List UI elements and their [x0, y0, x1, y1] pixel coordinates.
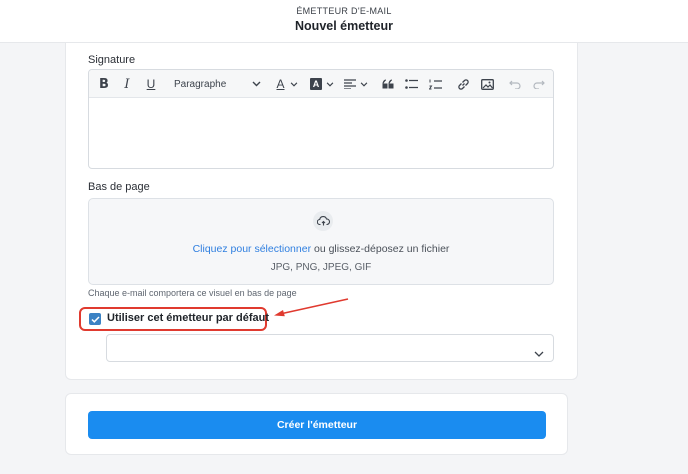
cloud-upload-icon — [313, 211, 333, 231]
sender-select[interactable] — [106, 334, 554, 362]
drop-text: ou glissez-déposez un fichier — [311, 243, 450, 255]
align-icon — [344, 79, 356, 89]
check-icon — [90, 315, 100, 323]
editor-toolbar: B I U Paragraphe A A — [89, 70, 553, 98]
signature-editor[interactable]: B I U Paragraphe A A — [88, 69, 554, 169]
select-file-link[interactable]: Cliquez pour sélectionner — [193, 243, 311, 255]
undo-button[interactable] — [507, 70, 523, 98]
image-icon — [480, 78, 494, 90]
chevron-down-icon — [360, 81, 368, 87]
image-button[interactable] — [479, 70, 495, 98]
chevron-down-icon — [290, 81, 298, 87]
paragraph-label: Paragraphe — [174, 78, 227, 90]
page-header: ÉMETTEUR D'E-MAIL Nouvel émetteur — [0, 0, 688, 43]
default-sender-highlight: Utiliser cet émetteur par défaut — [79, 307, 269, 331]
page-title: Nouvel émetteur — [295, 19, 393, 33]
quote-button[interactable] — [380, 70, 396, 98]
numbered-list-icon — [428, 79, 442, 90]
bullet-list-button[interactable] — [403, 70, 419, 98]
undo-icon — [509, 80, 521, 89]
highlight-icon: A — [310, 78, 322, 90]
bullet-list-icon — [404, 79, 418, 89]
page-subtitle: ÉMETTEUR D'E-MAIL — [296, 6, 392, 16]
signature-label: Signature — [88, 54, 136, 66]
redo-button[interactable] — [531, 70, 547, 98]
chevron-down-icon — [252, 81, 261, 87]
highlight-button[interactable]: A — [307, 70, 337, 98]
quote-icon — [382, 79, 394, 89]
chevron-down-icon — [326, 81, 334, 87]
footer-label: Bas de page — [88, 181, 150, 193]
link-button[interactable] — [455, 70, 471, 98]
link-icon — [457, 78, 470, 91]
create-sender-button[interactable]: Créer l'émetteur — [88, 411, 546, 439]
align-button[interactable] — [342, 70, 370, 98]
chevron-down-icon — [534, 344, 544, 362]
bold-button[interactable]: B — [95, 70, 113, 98]
redo-icon — [533, 80, 545, 89]
footer-hint: Chaque e-mail comportera ce visuel en ba… — [88, 288, 297, 298]
default-sender-checkbox[interactable] — [89, 313, 101, 325]
italic-button[interactable]: I — [119, 70, 135, 98]
text-color-icon: A — [276, 77, 285, 91]
numbered-list-button[interactable] — [427, 70, 443, 98]
underline-button[interactable]: U — [142, 70, 160, 98]
footer-dropzone[interactable]: Cliquez pour sélectionner ou glissez-dép… — [88, 198, 554, 285]
dropzone-instructions: Cliquez pour sélectionner ou glissez-dép… — [89, 243, 553, 255]
default-sender-label[interactable]: Utiliser cet émetteur par défaut — [107, 312, 269, 324]
allowed-file-types: JPG, PNG, JPEG, GIF — [270, 262, 372, 273]
annotation-arrow-icon — [274, 298, 349, 317]
paragraph-dropdown[interactable]: Paragraphe — [174, 70, 264, 98]
text-color-button[interactable]: A — [273, 70, 301, 98]
